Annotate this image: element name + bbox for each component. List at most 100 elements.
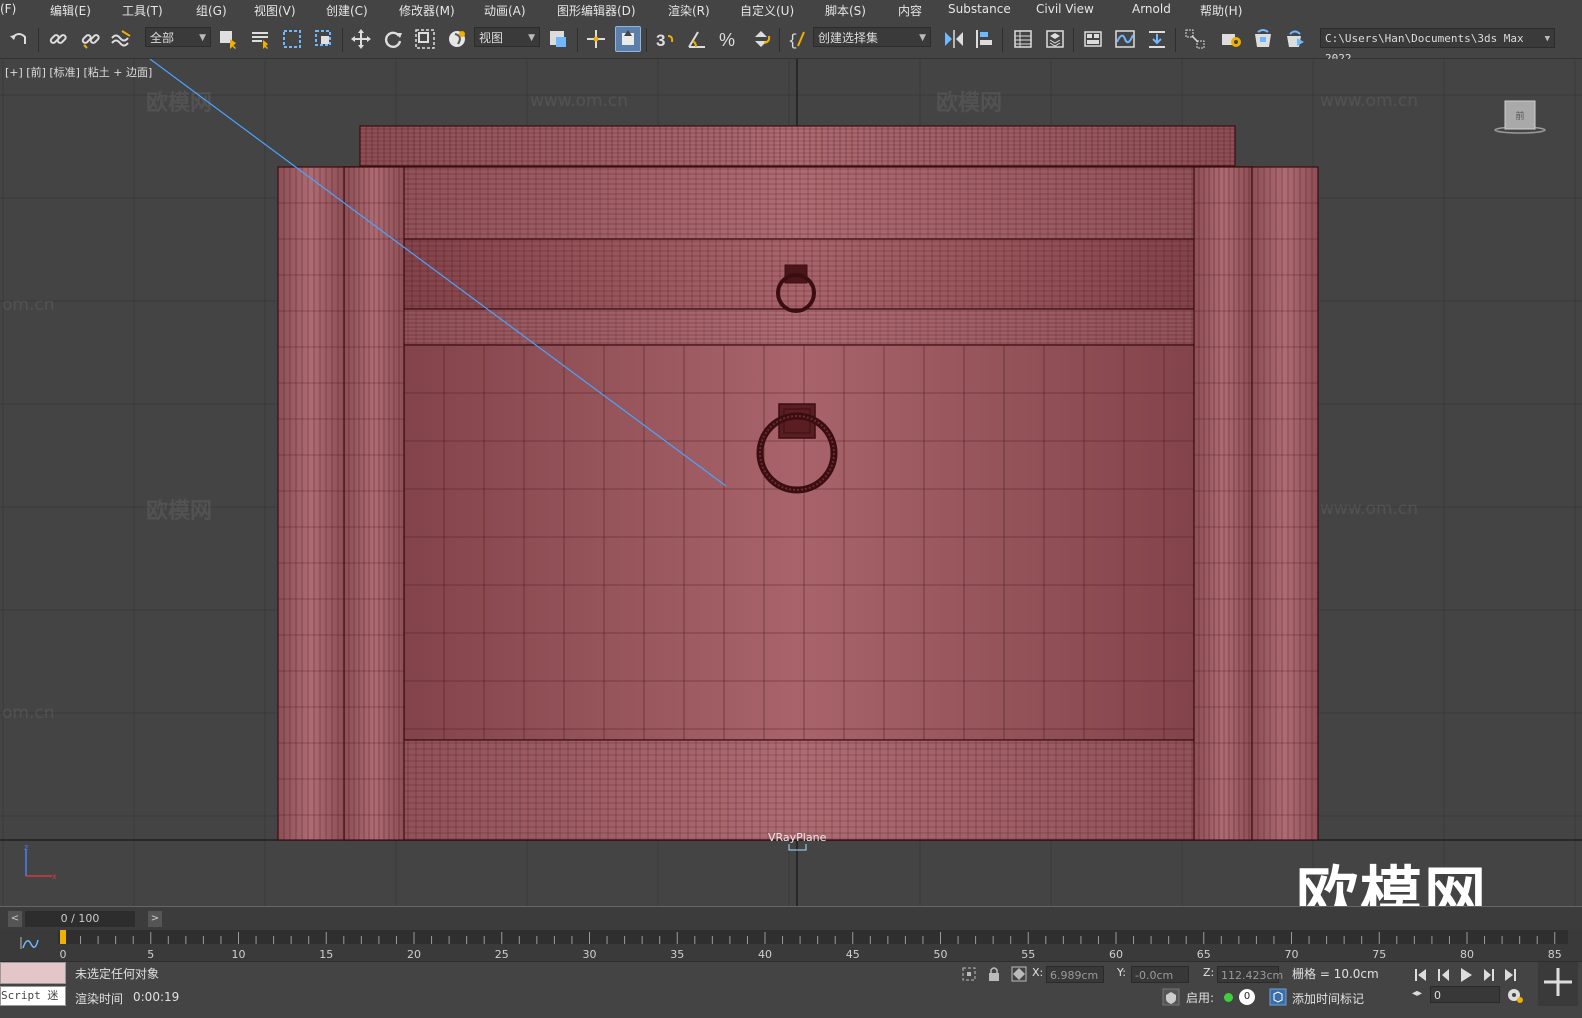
menu-item-14[interactable]: Civil View (1036, 2, 1094, 16)
scale-icon[interactable] (412, 26, 438, 52)
render-icon[interactable] (1282, 26, 1308, 52)
placement-icon[interactable] (444, 26, 470, 52)
rotate-icon[interactable] (380, 26, 406, 52)
menu-item-13[interactable]: Substance (948, 2, 1011, 16)
percent-snap-icon[interactable]: % (716, 26, 742, 52)
y-coord-field[interactable]: -0.0cm (1131, 966, 1189, 983)
svg-text:前: 前 (1515, 110, 1524, 122)
named-selection-value: 创建选择集 (818, 31, 879, 45)
main-toolbar: 全部 ▼ 视图 ▼ 3 % {创建选择集 ▼ C:\Users\Han\Doc… (0, 20, 1582, 65)
layer-explorer-icon[interactable] (1042, 26, 1068, 52)
front-viewport[interactable]: 欧模网 欧模网 欧模网 欧模网 欧模网 欧模网 欧模网 欧模网 欧模网 欧模网 … (0, 59, 1582, 906)
reference-coord-value: 视图 (479, 31, 504, 45)
reference-coord-dropdown[interactable]: 视图 ▼ (474, 27, 540, 47)
svg-text:3: 3 (656, 31, 665, 50)
spinner-snap-icon[interactable] (748, 26, 774, 52)
ribbon-icon[interactable] (1080, 26, 1106, 52)
time-next-button[interactable]: > (148, 911, 162, 927)
frame-tick-label: 30 (583, 948, 597, 961)
scene-explorer-icon[interactable] (1010, 26, 1036, 52)
time-prev-button[interactable]: < (8, 911, 22, 927)
time-slider[interactable]: < 0 / 100 > (0, 906, 1582, 931)
track-bar[interactable]: 0 5 10 15 20 25 30 35 40 45 50 55 60 65 70 75 80 85 (0, 930, 1582, 961)
absolute-mode-icon[interactable] (1010, 965, 1028, 983)
isolate-selection-icon[interactable] (960, 965, 978, 983)
render-time-label: 渲染时间 (75, 992, 124, 1006)
menu-item-5[interactable]: 创建(C) (326, 2, 368, 19)
window-crossing-icon[interactable] (311, 26, 337, 52)
move-icon[interactable] (348, 26, 374, 52)
current-frame-field[interactable]: 0 (1430, 986, 1500, 1003)
enable-counter[interactable]: 0 (1239, 989, 1255, 1005)
selection-lock-icon[interactable] (985, 965, 1003, 983)
menu-item-8[interactable]: 图形编辑器(D) (557, 2, 636, 19)
frame-tick-label: 5 (147, 948, 154, 961)
bind-spacewarp-icon[interactable] (108, 26, 134, 52)
menu-item-0[interactable]: (F) (0, 2, 16, 16)
frame-tick-label: 35 (670, 948, 684, 961)
rect-region-icon[interactable] (279, 26, 305, 52)
snap-toggle-icon[interactable] (615, 26, 641, 52)
frame-spinner-icon[interactable]: ◂▸ (1412, 988, 1426, 1004)
frame-tick-label: 70 (1285, 948, 1299, 961)
select-object-icon[interactable] (215, 26, 241, 52)
y-coord-label: Y: (1117, 966, 1126, 979)
schematic-view-icon[interactable] (1144, 26, 1170, 52)
adaptive-degradation-icon[interactable] (1162, 988, 1180, 1006)
pivot-icon[interactable] (545, 26, 571, 52)
edit-named-sel-icon[interactable]: { (785, 26, 811, 52)
frame-ruler[interactable]: 0 5 10 15 20 25 30 35 40 45 50 55 60 65 70 75 80 85 (58, 930, 1568, 961)
menu-item-3[interactable]: 组(G) (196, 2, 227, 19)
frame-tick-label: 25 (495, 948, 509, 961)
frame-tick-label: 15 (319, 948, 333, 961)
unlink-icon[interactable] (77, 26, 103, 52)
viewcube-icon[interactable]: 前 (1494, 97, 1546, 137)
maxscript-mini-input[interactable]: Script 迷 (0, 986, 66, 1006)
mirror-icon[interactable] (941, 26, 967, 52)
link-icon[interactable] (45, 26, 71, 52)
add-time-tag-label[interactable]: 添加时间标记 (1292, 990, 1364, 1007)
menu-item-6[interactable]: 修改器(M) (399, 2, 455, 19)
curve-editor-icon[interactable] (1112, 26, 1138, 52)
time-tag-icon[interactable] (1269, 988, 1287, 1006)
grid-size: 栅格 = 10.0cm (1292, 967, 1379, 981)
menu-item-4[interactable]: 视图(V) (254, 2, 296, 19)
material-editor-icon[interactable] (1182, 26, 1208, 52)
render-setup-icon[interactable] (1218, 26, 1244, 52)
time-config-icon[interactable] (1506, 986, 1524, 1004)
curve-editor-mini-icon[interactable] (18, 934, 40, 952)
keyboard-shortcut-icon[interactable] (583, 26, 609, 52)
select-by-name-icon[interactable] (247, 26, 273, 52)
maxscript-listener-field[interactable] (0, 962, 66, 984)
menu-item-10[interactable]: 自定义(U) (740, 2, 794, 19)
menu-item-12[interactable]: 内容 (898, 2, 922, 19)
menu-item-11[interactable]: 脚本(S) (825, 2, 866, 19)
time-slider-counter[interactable]: 0 / 100 (25, 911, 135, 927)
vrayplane-label: VRayPlane (768, 831, 827, 844)
svg-text:{: { (788, 32, 798, 50)
viewport-label[interactable]: [+] [前] [标准] [粘土 + 边面] (5, 64, 152, 80)
menu-item-7[interactable]: 动画(A) (484, 2, 526, 19)
frame-tick-label: 60 (1109, 948, 1123, 961)
x-coord-field[interactable]: 6.989cm (1046, 966, 1104, 983)
status-dot-icon (1224, 993, 1233, 1002)
rendered-frame-icon[interactable] (1250, 26, 1276, 52)
align-icon[interactable] (971, 26, 997, 52)
named-selection-dropdown[interactable]: 创建选择集 ▼ (813, 27, 931, 47)
snap-3d-icon[interactable]: 3 (652, 26, 678, 52)
x-coord-label: X: (1032, 966, 1044, 979)
viewport-nav-icon[interactable] (1538, 962, 1578, 1006)
cabinet-model[interactable] (0, 59, 1582, 906)
project-path-dropdown[interactable]: C:\Users\Han\Documents\3ds Max 2022▼ (1320, 28, 1555, 65)
menu-item-1[interactable]: 编辑(E) (50, 2, 91, 19)
z-coord-field[interactable]: 112.423cm (1217, 966, 1283, 983)
menu-item-9[interactable]: 渲染(R) (668, 2, 710, 19)
frame-tick-label: 0 (60, 948, 67, 961)
menu-item-16[interactable]: 帮助(H) (1200, 2, 1242, 19)
undo-icon[interactable] (6, 26, 32, 52)
menu-item-2[interactable]: 工具(T) (122, 2, 163, 19)
angle-snap-icon[interactable] (684, 26, 710, 52)
frame-tick-label: 20 (407, 948, 421, 961)
selection-filter-dropdown[interactable]: 全部 ▼ (145, 27, 211, 47)
menu-item-15[interactable]: Arnold (1132, 2, 1171, 16)
